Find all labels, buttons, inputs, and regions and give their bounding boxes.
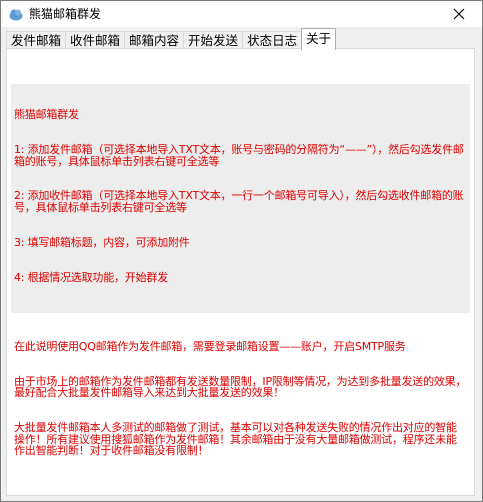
about-line — [14, 306, 467, 318]
cloud-logo-icon — [8, 6, 24, 22]
about-content-area: 熊猫邮箱群发 1: 添加发件邮箱（可选择本地导入TXT文本，账号与密码的分隔符为… — [11, 84, 470, 457]
close-icon — [453, 5, 465, 24]
window-title: 熊猫邮箱群发 — [29, 7, 102, 21]
tab-about[interactable]: 关于 — [301, 28, 337, 50]
main-window: 熊猫邮箱群发 发件邮箱 收件邮箱 邮箱内容 开始发送 状态日志 关于 熊猫邮箱群… — [0, 0, 483, 502]
close-button[interactable] — [436, 1, 482, 27]
about-tab-panel: 熊猫邮箱群发 1: 添加发件邮箱（可选择本地导入TXT文本，账号与密码的分隔符为… — [6, 48, 475, 496]
about-line: 熊猫邮箱群发 — [14, 108, 79, 122]
tab-bar: 发件邮箱 收件邮箱 邮箱内容 开始发送 状态日志 关于 — [6, 28, 337, 50]
about-text: 熊猫邮箱群发 1: 添加发件邮箱（可选择本地导入TXT文本，账号与密码的分隔符为… — [11, 84, 470, 482]
about-line: 4: 根据情况选取功能，开始群发 — [14, 270, 169, 284]
about-line: 1: 添加发件邮箱（可选择本地导入TXT文本，账号与密码的分隔符为“——”），然… — [14, 142, 464, 168]
about-line: 大批量发件邮箱本人多测试的邮箱做了测试，基本可以对各种发送失败的情况作出对应的智… — [14, 421, 457, 458]
about-line: 2: 添加收件邮箱（可选择本地导入TXT文本，一行一个邮箱号可导入），然后勾选收… — [14, 189, 464, 214]
about-line: 由于市场上的邮箱作为发件邮箱都有发送数量限制，IP限制等情况，为达到多批量发送的… — [14, 374, 467, 400]
title-bar: 熊猫邮箱群发 — [1, 1, 482, 27]
about-line: 在此说明使用QQ邮箱作为发件邮箱，需要登录邮箱设置——账户，开启SMTP服务 — [14, 340, 406, 354]
about-line: 3: 填写邮箱标题，内容，可添加附件 — [14, 235, 190, 249]
